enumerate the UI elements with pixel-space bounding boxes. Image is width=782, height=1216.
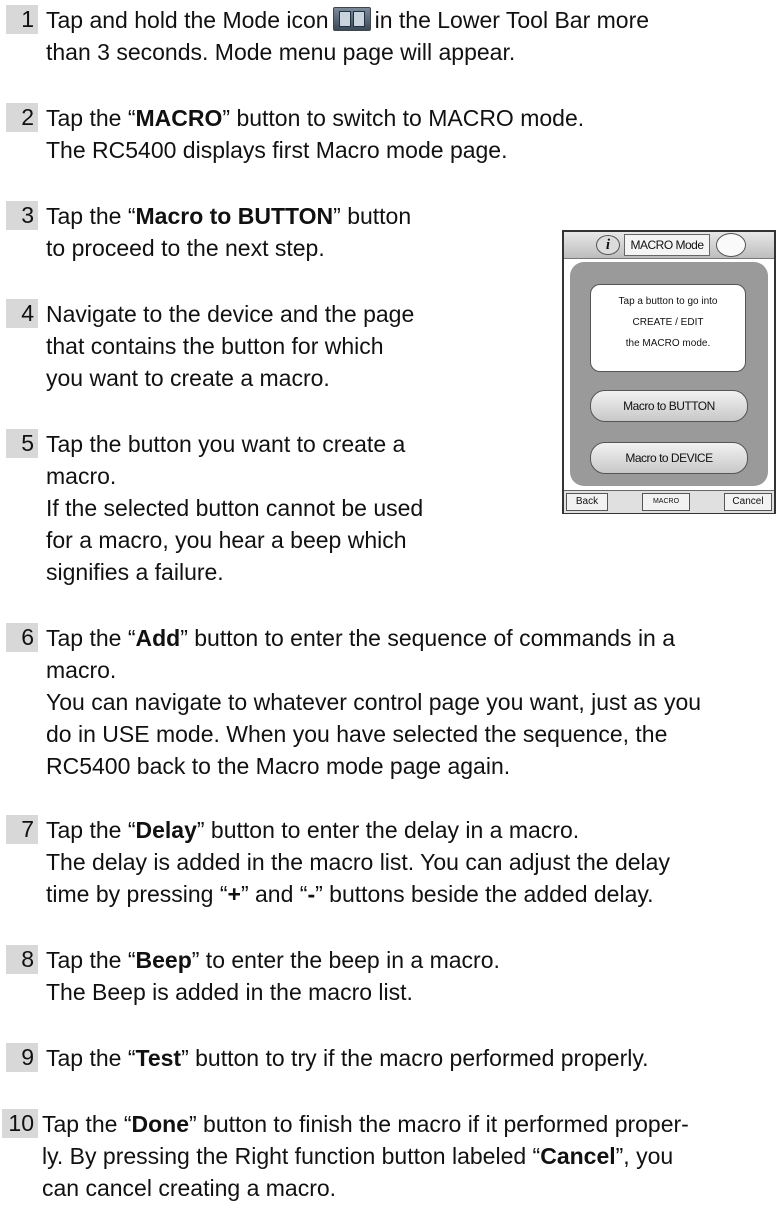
step-text: RC5400 back to the Macro mode page again…	[46, 753, 511, 779]
step-text: The delay is added in the macro list. Yo…	[46, 849, 670, 875]
step-text: ”, you	[615, 1143, 674, 1169]
step-3: 3 Tap the “Macro to BUTTON” button to pr…	[6, 200, 546, 264]
step-text: macro.	[46, 657, 117, 683]
step-keyword: Beep	[135, 947, 192, 973]
device-message-line: CREATE / EDIT	[632, 317, 704, 328]
mode-icon	[332, 7, 371, 31]
device-message-line: the MACRO mode.	[625, 338, 711, 349]
step-text: Tap the “	[46, 203, 136, 229]
step-number: 1	[6, 5, 38, 34]
step-text: Tap the “	[46, 947, 136, 973]
info-icon: i	[596, 235, 620, 255]
step-text: ” button to switch to MACRO mode.	[222, 105, 585, 131]
step-7: 7 Tap the “Delay” button to enter the de…	[6, 814, 776, 910]
step-text: signifies a failure.	[46, 559, 224, 585]
step-text: The Beep is added in the macro list.	[46, 979, 413, 1005]
step-number: 6	[6, 623, 38, 652]
step-keyword: Cancel	[540, 1143, 616, 1169]
step-number: 10	[2, 1109, 38, 1138]
step-number: 7	[6, 815, 38, 844]
step-number: 2	[6, 103, 38, 132]
step-text: ly. By pressing the Right function butto…	[42, 1143, 541, 1169]
step-text: Tap the “	[46, 625, 136, 651]
device-macro-softkey: MACRO	[642, 493, 690, 511]
step-4: 4 Navigate to the device and the page th…	[6, 298, 546, 394]
device-screen-figure: i MACRO Mode Tap a button to go into CRE…	[562, 230, 776, 514]
step-text: Tap the “	[46, 105, 136, 131]
step-text: The RC5400 displays first Macro mode pag…	[46, 137, 508, 163]
step-text: in the Lower Tool Bar more	[374, 7, 650, 33]
step-text: Tap the button you want to create a	[46, 431, 406, 457]
step-keyword: Test	[135, 1045, 182, 1071]
device-back-softkey: Back	[566, 493, 608, 511]
step-number: 9	[6, 1043, 38, 1072]
step-keyword: +	[227, 881, 241, 907]
step-6: 6 Tap the “Add” button to enter the sequ…	[6, 622, 776, 782]
step-number: 8	[6, 945, 38, 974]
step-number: 5	[6, 429, 38, 458]
step-10: 10 Tap the “Done” button to finish the m…	[2, 1108, 778, 1204]
step-9: 9 Tap the “Test” button to try if the ma…	[6, 1042, 776, 1074]
step-keyword: MACRO	[135, 105, 223, 131]
step-text: than 3 seconds. Mode menu page will appe…	[46, 39, 516, 65]
step-text: can cancel creating a macro.	[42, 1175, 337, 1201]
step-text: time by pressing “	[46, 881, 228, 907]
step-text: ” button	[333, 203, 412, 229]
device-message-line: Tap a button to go into	[618, 296, 718, 307]
device-cancel-softkey: Cancel	[724, 493, 772, 511]
step-text: ” to enter the beep in a macro.	[191, 947, 500, 973]
step-keyword: Delay	[135, 817, 197, 843]
step-text: Navigate to the device and the page	[46, 301, 415, 327]
step-text: Tap and hold the Mode icon	[46, 7, 329, 33]
step-1: 1 Tap and hold the Mode icon in the Lower…	[6, 4, 776, 68]
device-round-button	[716, 233, 746, 257]
step-keyword: Done	[131, 1111, 190, 1137]
step-text: macro.	[46, 463, 117, 489]
step-text: you want to create a macro.	[46, 365, 330, 391]
device-top-bar: i MACRO Mode	[564, 232, 774, 259]
step-text: that contains the button for which	[46, 333, 384, 359]
step-number: 3	[6, 201, 38, 230]
step-text: ” buttons beside the added delay.	[315, 881, 654, 907]
step-number: 4	[6, 299, 38, 328]
macro-to-button-button: Macro to BUTTON	[590, 390, 748, 422]
step-text: ” button to enter the delay in a macro.	[196, 817, 580, 843]
macro-to-device-button: Macro to DEVICE	[590, 442, 748, 474]
step-text: ” button to try if the macro performed p…	[181, 1045, 649, 1071]
step-text: to proceed to the next step.	[46, 235, 325, 261]
step-text: for a macro, you hear a beep which	[46, 527, 407, 553]
step-5: 5 Tap the button you want to create a ma…	[6, 428, 546, 588]
device-body: Tap a button to go into CREATE / EDIT th…	[570, 262, 768, 486]
step-text: do in USE mode. When you have selected t…	[46, 721, 668, 747]
step-text: ” button to finish the macro if it perfo…	[189, 1111, 689, 1137]
step-8: 8 Tap the “Beep” to enter the beep in a …	[6, 944, 776, 1008]
step-text: Tap the “	[46, 1045, 136, 1071]
device-mode-title: MACRO Mode	[624, 234, 710, 256]
step-text: Tap the “	[42, 1111, 132, 1137]
step-text: ” and “	[240, 881, 308, 907]
device-bottom-bar: Back MACRO Cancel	[564, 490, 774, 513]
step-keyword: Macro to BUTTON	[135, 203, 334, 229]
step-keyword: -	[307, 881, 316, 907]
step-text: You can navigate to whatever control pag…	[46, 689, 702, 715]
step-2: 2 Tap the “MACRO” button to switch to MA…	[6, 102, 776, 166]
step-keyword: Add	[135, 625, 181, 651]
device-message-box: Tap a button to go into CREATE / EDIT th…	[590, 284, 746, 372]
step-text: Tap the “	[46, 817, 136, 843]
step-text: If the selected button cannot be used	[46, 495, 424, 521]
step-text: ” button to enter the sequence of comman…	[180, 625, 676, 651]
